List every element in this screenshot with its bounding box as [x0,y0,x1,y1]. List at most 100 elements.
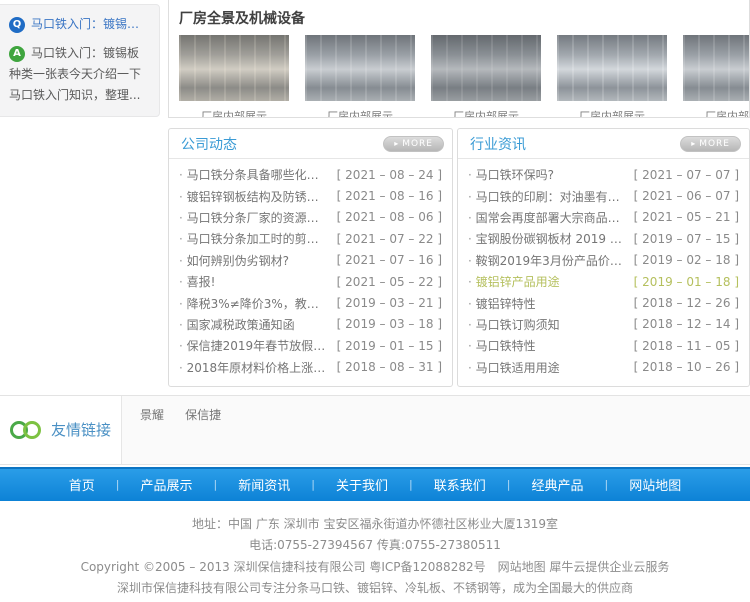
news-date: [ 2019 – 07 – 15 ] [634,232,739,246]
photo-caption: 厂房内部展示 [305,108,415,118]
news-row[interactable]: 国家减税政策通知函 [ 2019 – 03 – 18 ] [179,314,442,335]
nav-item-classic-products[interactable]: 经典产品 [510,475,604,494]
news-link[interactable]: 国常会再度部署大宗商品保供稳价 [468,209,626,226]
news-link[interactable]: 宝钢股份碳钢板材 2019 年 8 月份国... [468,230,626,247]
news-link[interactable]: 镀铝锌特性 [468,295,536,312]
photo-caption: 厂房内部展示 [557,108,667,118]
news-link[interactable]: 马口铁分条厂家的资源利用率如何? [179,209,329,226]
news-section: 公司动态 ▸MORE 马口铁分条具备哪些化学特点? [ 2021 – 08 – 2… [168,128,750,387]
nav-item-home[interactable]: 首页 [48,475,116,494]
nav-item-about[interactable]: 关于我们 [315,475,409,494]
news-row[interactable]: 如何辨别伪劣钢材? [ 2021 – 07 – 16 ] [179,250,442,271]
news-row[interactable]: 镀铝锌特性 [ 2018 – 12 – 26 ] [468,292,739,313]
gallery-item[interactable]: 厂房内部展示 [179,35,289,118]
news-row[interactable]: 马口铁适用用途 [ 2018 – 10 – 26 ] [468,357,739,378]
footer-copyright: Copyright ©2005 – 2013 深圳保信捷科技有限公司 粤ICP备… [0,557,750,579]
gallery-column: 厂房全景及机械设备 厂房内部展示 厂房内部展示 厂房内部展示 [168,0,750,387]
page: Q 马口铁入门：镀锡板种类... A马口铁入门：镀锡板种类一张表今天介绍一下马口… [0,0,750,602]
news-link[interactable]: 降税3%≠降价3%，教你算给客户看 [179,295,329,312]
gallery-item[interactable]: 厂房内部展示 [305,35,415,118]
news-row-highlighted[interactable]: 镀铝锌产品用途[ 2019 – 01 – 18 ] [468,271,739,292]
news-date: [ 2018 – 11 – 05 ] [634,339,739,353]
news-link[interactable]: 马口铁特性 [468,337,536,354]
friend-links-section: 友情链接 景耀 保信捷 [0,395,750,465]
question-icon: Q [9,17,25,33]
industry-news-panel: 行业资讯 ▸MORE 马口铁环保吗?[ 2021 – 07 – 07 ] 马口铁… [457,128,750,387]
news-row[interactable]: 马口铁分条厂家的资源利用率如何? [ 2021 – 08 – 06 ] [179,207,442,228]
gallery-item[interactable]: 厂房内部展示 [683,35,750,118]
photo-caption: 厂房内部展示 [431,108,541,118]
news-link[interactable]: 马口铁环保吗? [468,166,554,183]
qa-question-link[interactable]: 马口铁入门：镀锡板种类... [31,14,149,35]
news-date: [ 2021 – 08 – 16 ] [337,189,442,203]
news-link[interactable]: 鞍钢2019年3月份产品价格政策调整... [468,252,626,269]
gallery-item[interactable]: 厂房内部展示 [431,35,541,118]
news-link[interactable]: 2018年原材料价格上涨通知！！！ [179,359,329,376]
news-date: [ 2019 – 03 – 18 ] [337,317,442,331]
friend-link[interactable]: 保信捷 [185,408,221,422]
qa-card: Q 马口铁入门：镀锡板种类... A马口铁入门：镀锡板种类一张表今天介绍一下马口… [0,4,160,117]
news-row[interactable]: 宝钢股份碳钢板材 2019 年 8 月份国... [ 2019 – 07 – 15… [468,228,739,249]
news-row[interactable]: 马口铁环保吗?[ 2021 – 07 – 07 ] [468,164,739,185]
news-link[interactable]: 马口铁订购须知 [468,316,560,333]
industry-news-more-button[interactable]: ▸MORE [680,136,741,152]
factory-photo[interactable] [557,35,667,101]
news-link[interactable]: 马口铁分条具备哪些化学特点? [179,166,329,183]
news-row[interactable]: 镀铝锌钢板结构及防锈原理 [ 2021 – 08 – 16 ] [179,185,442,206]
news-row[interactable]: 喜报![ 2021 – 05 – 22 ] [179,271,442,292]
news-date: [ 2019 – 02 – 18 ] [634,253,739,267]
nav-item-sitemap[interactable]: 网站地图 [608,475,702,494]
news-link[interactable]: 镀铝锌钢板结构及防锈原理 [179,188,329,205]
bottom-nav-bar: 首页 | 产品展示 | 新闻资讯 | 关于我们 | 联系我们 | 经典产品 | … [0,467,750,501]
news-date: [ 2021 – 05 – 21 ] [634,210,739,224]
news-link[interactable]: 马口铁分条加工时的剪切要求 [179,230,329,247]
industry-news-header: 行业资讯 ▸MORE [458,129,749,159]
photo-caption: 厂房内部展示 [683,108,750,118]
nav-item-contact[interactable]: 联系我们 [413,475,507,494]
news-date: [ 2019 – 01 – 15 ] [337,339,442,353]
news-date: [ 2021 – 08 – 06 ] [337,210,442,224]
factory-photo[interactable] [431,35,541,101]
news-link[interactable]: 如何辨别伪劣钢材? [179,252,289,269]
news-row[interactable]: 降税3%≠降价3%，教你算给客户看[ 2019 – 03 – 21 ] [179,292,442,313]
nav-item-products[interactable]: 产品展示 [120,475,214,494]
news-row[interactable]: 马口铁订购须知 [ 2018 – 12 – 14 ] [468,314,739,335]
company-news-header: 公司动态 ▸MORE [169,129,452,159]
news-link[interactable]: 镀铝锌产品用途 [468,273,560,290]
news-date: [ 2018 – 12 – 14 ] [634,317,739,331]
news-row[interactable]: 国常会再度部署大宗商品保供稳价 [ 2021 – 05 – 21 ] [468,207,739,228]
news-date: [ 2021 – 08 – 24 ] [337,168,442,182]
answer-icon: A [9,46,25,62]
news-link[interactable]: 马口铁适用用途 [468,359,560,376]
footer-slogan: 深圳市保信捷科技有限公司专注分条马口铁、镀铝锌、冷轧板、不锈钢等，成为全国最大的… [0,578,750,600]
photo-caption: 厂房内部展示 [179,108,289,118]
company-news-more-button[interactable]: ▸MORE [383,136,444,152]
friend-links-list: 景耀 保信捷 [122,396,750,464]
industry-news-title: 行业资讯 [470,134,526,154]
news-link[interactable]: 喜报! [179,273,215,290]
news-date: [ 2018 – 12 – 26 ] [634,296,739,310]
news-row[interactable]: 保信捷2019年春节放假通知 [ 2019 – 01 – 15 ] [179,335,442,356]
news-link[interactable]: 保信捷2019年春节放假通知 [179,337,329,354]
factory-photo[interactable] [683,35,750,101]
gallery-panel: 厂房全景及机械设备 厂房内部展示 厂房内部展示 厂房内部展示 [168,0,750,118]
friend-link[interactable]: 景耀 [140,408,164,422]
qa-question-row[interactable]: Q 马口铁入门：镀锡板种类... [9,14,149,35]
news-link[interactable]: 国家减税政策通知函 [179,316,295,333]
news-date: [ 2021 – 07 – 22 ] [337,232,442,246]
nav-item-news[interactable]: 新闻资讯 [217,475,311,494]
news-link[interactable]: 马口铁的印刷：对油墨有何特殊要求 [468,188,626,205]
news-row[interactable]: 马口铁特性 [ 2018 – 11 – 05 ] [468,335,739,356]
factory-photo[interactable] [179,35,289,101]
news-row[interactable]: 鞍钢2019年3月份产品价格政策调整... [ 2019 – 02 – 18 ] [468,250,739,271]
news-date: [ 2021 – 07 – 16 ] [337,253,442,267]
more-arrow-icon: ▸ [691,139,696,148]
news-date: [ 2018 – 10 – 26 ] [634,360,739,374]
news-row[interactable]: 马口铁分条具备哪些化学特点? [ 2021 – 08 – 24 ] [179,164,442,185]
factory-photo[interactable] [305,35,415,101]
news-row[interactable]: 马口铁的印刷：对油墨有何特殊要求[ 2021 – 06 – 07 ] [468,185,739,206]
qa-answer-block: A马口铁入门：镀锡板种类一张表今天介绍一下马口铁入门知识，整理... [9,43,149,106]
gallery-item[interactable]: 厂房内部展示 [557,35,667,118]
news-row[interactable]: 2018年原材料价格上涨通知！！！[ 2018 – 08 – 31 ] [179,357,442,378]
news-row[interactable]: 马口铁分条加工时的剪切要求 [ 2021 – 07 – 22 ] [179,228,442,249]
